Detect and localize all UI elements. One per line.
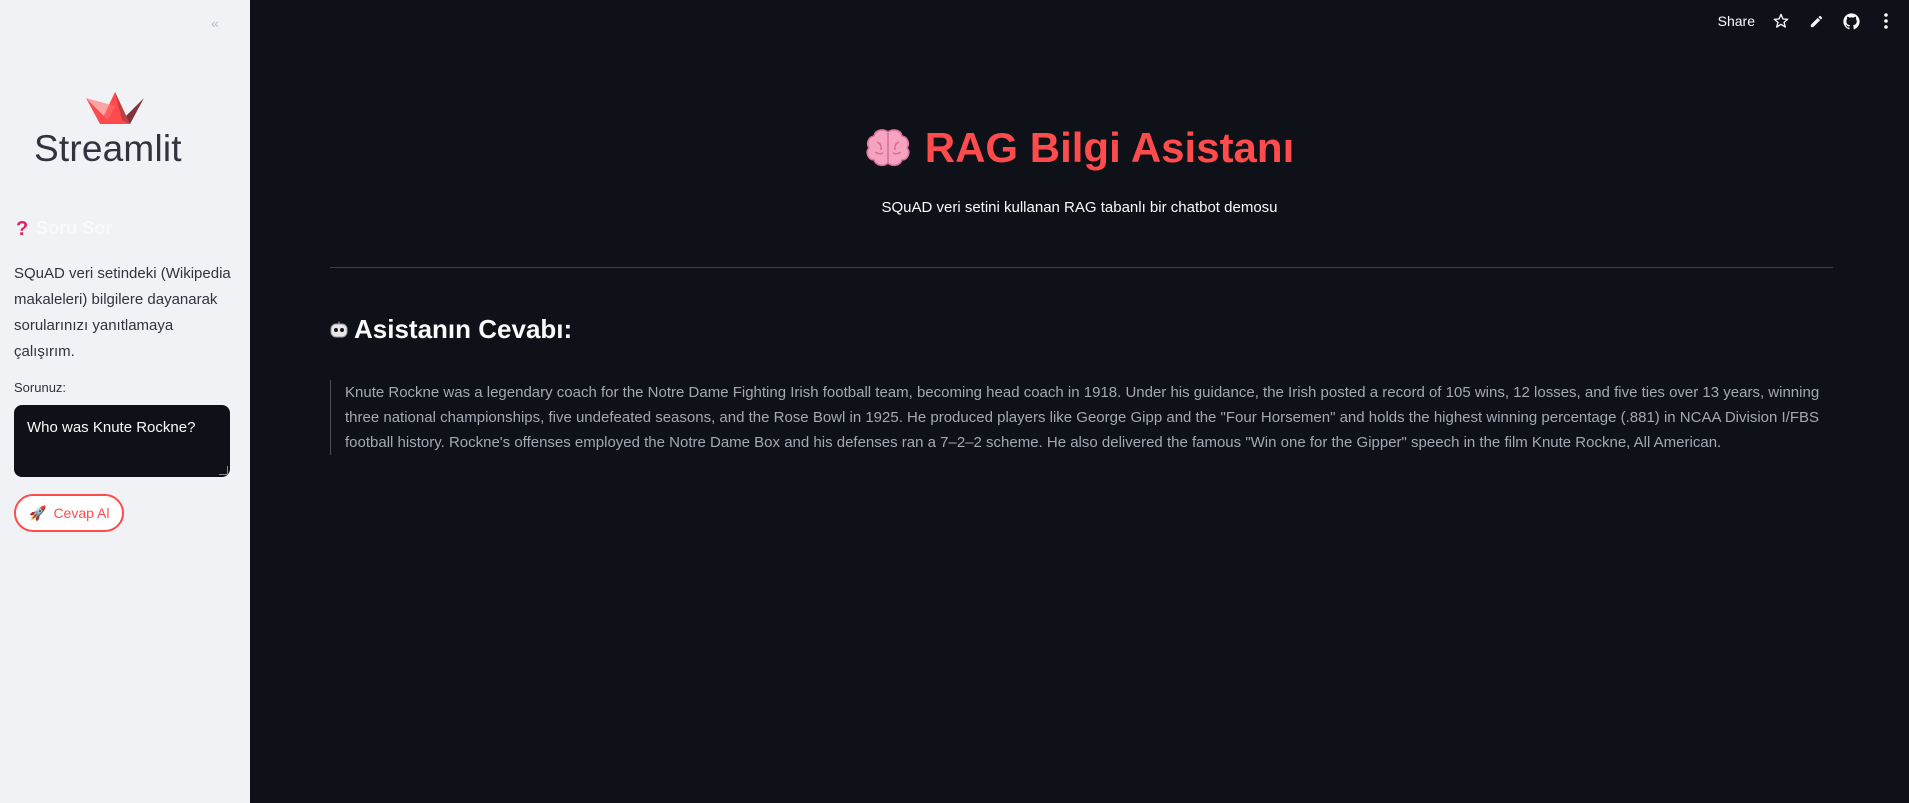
question-input[interactable]: [14, 405, 230, 477]
get-answer-button[interactable]: 🚀 Cevap Al: [14, 494, 125, 532]
edit-pencil-icon[interactable]: [1807, 12, 1825, 30]
question-mark-icon: ?: [16, 217, 29, 240]
answer-text: Knute Rockne was a legendary coach for t…: [330, 380, 1830, 455]
robot-face-icon: [330, 321, 348, 337]
rocket-icon: 🚀: [29, 504, 47, 521]
github-icon[interactable]: [1842, 12, 1860, 30]
answer-heading: Asistanın Cevabı:: [330, 314, 572, 345]
star-icon[interactable]: [1772, 12, 1790, 30]
textarea-resize-handle[interactable]: [219, 466, 228, 475]
sidebar-heading: ? Soru Sor: [16, 218, 112, 239]
page-header: RAG Bilgi Asistanı: [250, 124, 1909, 172]
top-toolbar: Share: [1718, 12, 1895, 30]
streamlit-crown-icon: [86, 92, 144, 124]
get-answer-label: Cevap Al: [53, 505, 110, 521]
sidebar-description: SQuAD veri setindeki (Wikipedia makalele…: [14, 265, 231, 360]
divider: [330, 267, 1833, 268]
sidebar-heading-text: Soru Sor: [36, 218, 113, 238]
collapse-sidebar-button[interactable]: «: [206, 14, 224, 32]
page-subtitle: SQuAD veri setini kullanan RAG tabanlı b…: [881, 199, 1278, 216]
logo-text: Streamlit: [34, 128, 182, 169]
question-input-label: Sorunuz:: [14, 380, 67, 395]
page-title: RAG Bilgi Asistanı: [924, 124, 1295, 171]
brain-icon: [866, 129, 910, 167]
streamlit-logo: Streamlit: [34, 92, 204, 172]
answer-heading-text: Asistanın Cevabı:: [354, 314, 573, 344]
share-button[interactable]: Share: [1718, 13, 1755, 29]
sidebar: « Streamlit ? Soru Sor SQuAD veri setind…: [0, 0, 250, 803]
more-vertical-icon[interactable]: [1877, 12, 1895, 30]
